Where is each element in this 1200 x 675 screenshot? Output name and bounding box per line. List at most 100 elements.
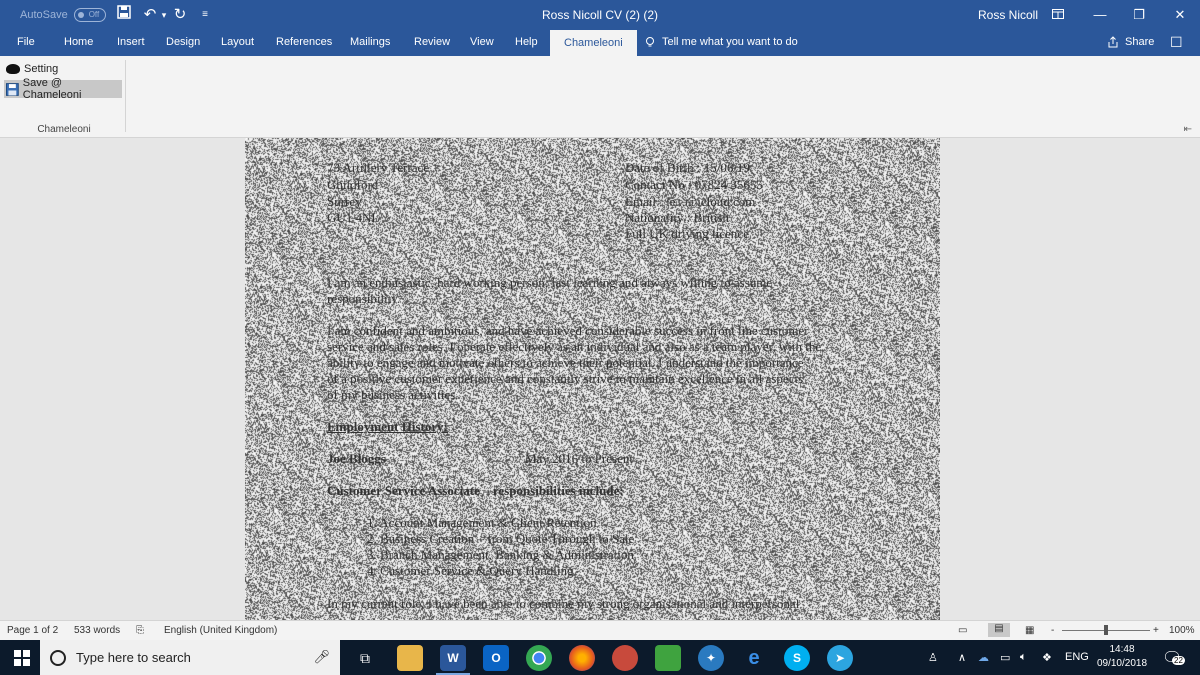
zoom-level[interactable]: 100% (1169, 625, 1195, 636)
detail-line: Date of Birth : 15/06/19 (625, 160, 750, 175)
word-count[interactable]: 533 words (74, 625, 120, 636)
page-count[interactable]: Page 1 of 2 (7, 625, 58, 636)
detail-line: Email : le...@icloud.com (625, 194, 756, 209)
collapse-ribbon-icon[interactable]: ⇤ (1184, 124, 1192, 135)
tab-review[interactable]: Review (414, 36, 450, 48)
language-indicator[interactable]: English (United Kingdom) (164, 625, 277, 636)
dropbox-icon[interactable]: ❖ (1042, 651, 1052, 664)
document-content: 73 Artillery Terrace Guildford Surrey GU… (245, 138, 940, 620)
employment-dates: May 2016 to Present (525, 451, 633, 466)
autosave-switch[interactable]: Off (73, 8, 106, 22)
status-bar: Page 1 of 2 533 words ⎘ English (United … (0, 620, 1200, 640)
address-line: Surrey (327, 194, 362, 209)
intro-paragraph-line: responsibility. (327, 291, 401, 306)
paint-app-icon[interactable] (612, 645, 638, 671)
summary-paragraph-line: service and sales roles. I operate effec… (327, 339, 822, 354)
tell-me-label: Tell me what you want to do (662, 36, 798, 48)
minimize-icon[interactable]: — (1085, 4, 1115, 26)
document-page[interactable]: 73 Artillery Terrace Guildford Surrey GU… (245, 138, 940, 620)
web-layout-icon[interactable]: ▦ (1025, 625, 1034, 636)
volume-icon[interactable]: 🔈︎ (1020, 651, 1027, 664)
ribbon-display-options-icon[interactable] (1043, 4, 1073, 26)
role-line: Customer Service Associate – responsibil… (327, 483, 624, 498)
tab-mailings[interactable]: Mailings (350, 36, 390, 48)
action-center-icon[interactable]: 🗨︎ 22 (1162, 648, 1186, 668)
comments-icon[interactable]: ☐ (1170, 34, 1183, 51)
employer-name: Joe Bloggs (327, 451, 386, 466)
autosave-label: AutoSave (20, 9, 68, 21)
redo-icon[interactable]: ↻ (170, 5, 190, 25)
detail-line: Nationality : British (625, 210, 729, 225)
address-line: Guildford (327, 177, 379, 192)
wechat-app-icon[interactable] (655, 645, 681, 671)
summary-paragraph-line: of my business activities. (327, 387, 459, 402)
address-line: 73 Artillery Terrace (327, 160, 430, 175)
battery-icon[interactable]: ▭ (1000, 651, 1010, 664)
undo-dropdown-icon[interactable]: ▾ (159, 5, 169, 25)
tab-view[interactable]: View (470, 36, 494, 48)
zoom-out-button[interactable]: - (1051, 625, 1054, 636)
save-chameleoni-button[interactable]: Save @ Chameleoni (4, 77, 122, 101)
summary-paragraph-line: I am confident and ambitious, and have a… (327, 323, 809, 338)
tab-home[interactable]: Home (64, 36, 93, 48)
save-icon[interactable] (114, 5, 134, 25)
clock-time: 14:48 (1109, 644, 1135, 655)
zoom-in-button[interactable]: + (1153, 625, 1159, 636)
tab-help[interactable]: Help (515, 36, 538, 48)
tab-design[interactable]: Design (166, 36, 200, 48)
compass-app-icon[interactable]: ✦ (698, 645, 724, 671)
tab-file[interactable]: File (17, 36, 35, 48)
user-name[interactable]: Ross Nicoll (978, 8, 1038, 22)
ribbon-tabs: File Home Insert Design Layout Reference… (0, 30, 1200, 56)
setting-label: Setting (24, 63, 59, 75)
tab-references[interactable]: References (276, 36, 332, 48)
word-app-icon[interactable]: W (436, 645, 470, 675)
input-language[interactable]: ENG (1065, 651, 1089, 663)
share-icon (1108, 36, 1118, 48)
telegram-app-icon[interactable]: ➤ (827, 645, 853, 671)
share-button[interactable]: Share (1107, 36, 1154, 48)
microphone-icon[interactable]: 🎤︎ (313, 649, 330, 665)
tab-chameleoni[interactable]: Chameleoni (550, 30, 637, 56)
close-icon[interactable]: ✕ (1165, 4, 1195, 26)
restore-icon[interactable]: ❐ (1124, 4, 1154, 26)
detail-line: Contact No : 07824 35655 (625, 177, 763, 192)
system-clock[interactable]: 14:48 09/10/2018 (1094, 643, 1150, 671)
read-mode-icon[interactable]: ▭ (958, 625, 967, 636)
summary-paragraph-line: ability to engage and motivate others to… (327, 355, 804, 370)
responsibility-item: 2. Business Creation – from Quote Throug… (367, 531, 635, 546)
windows-start-icon[interactable] (14, 650, 30, 666)
tray-expand-icon[interactable]: ∧ (958, 651, 966, 664)
save-chameleoni-label: Save @ Chameleoni (22, 77, 82, 101)
tab-layout[interactable]: Layout (221, 36, 254, 48)
address-line: GU1 4NL (327, 210, 380, 225)
print-layout-icon[interactable]: ▤ (988, 623, 1010, 637)
zoom-slider-thumb[interactable] (1104, 625, 1108, 635)
proofing-icon[interactable]: ⎘ (136, 625, 144, 636)
document-area[interactable]: 73 Artillery Terrace Guildford Surrey GU… (0, 138, 1200, 620)
summary-paragraph-line: of a positive customer experience and co… (327, 371, 804, 386)
tab-insert[interactable]: Insert (117, 36, 145, 48)
intro-paragraph-line: I am an enthusiastic, hard working perso… (327, 275, 773, 290)
task-view-icon[interactable]: ⧉ (352, 645, 378, 671)
file-explorer-icon[interactable] (397, 645, 423, 671)
people-icon[interactable]: ♙ (928, 651, 938, 664)
undo-icon[interactable]: ↶ (140, 5, 160, 25)
customize-quick-access-icon[interactable]: ≡ (198, 5, 212, 25)
chrome-app-icon[interactable] (526, 645, 552, 671)
closing-paragraph-line: In my current role, I have been able to … (327, 596, 800, 611)
windows-taskbar: Type here to search 🎤︎ ⧉ W O ✦ e S ➤ ♙ ∧… (0, 640, 1200, 675)
edge-app-icon[interactable]: e (741, 645, 767, 671)
skype-app-icon[interactable]: S (784, 645, 810, 671)
tell-me-search[interactable]: Tell me what you want to do (644, 36, 798, 48)
responsibility-item: 4. Customer Service & Query Handling (367, 563, 574, 578)
autosave-toggle[interactable]: AutoSave Off (20, 8, 106, 22)
taskbar-search-box[interactable]: Type here to search 🎤︎ (40, 640, 340, 675)
firefox-app-icon[interactable] (569, 645, 595, 671)
onedrive-icon[interactable]: ☁ (978, 651, 989, 664)
clock-date: 09/10/2018 (1096, 658, 1148, 669)
ribbon-group-label: Chameleoni (37, 124, 91, 135)
setting-button[interactable]: Setting (4, 60, 122, 78)
responsibility-item: 3. Branch Management, Banking & Administ… (367, 547, 634, 562)
outlook-app-icon[interactable]: O (483, 645, 509, 671)
